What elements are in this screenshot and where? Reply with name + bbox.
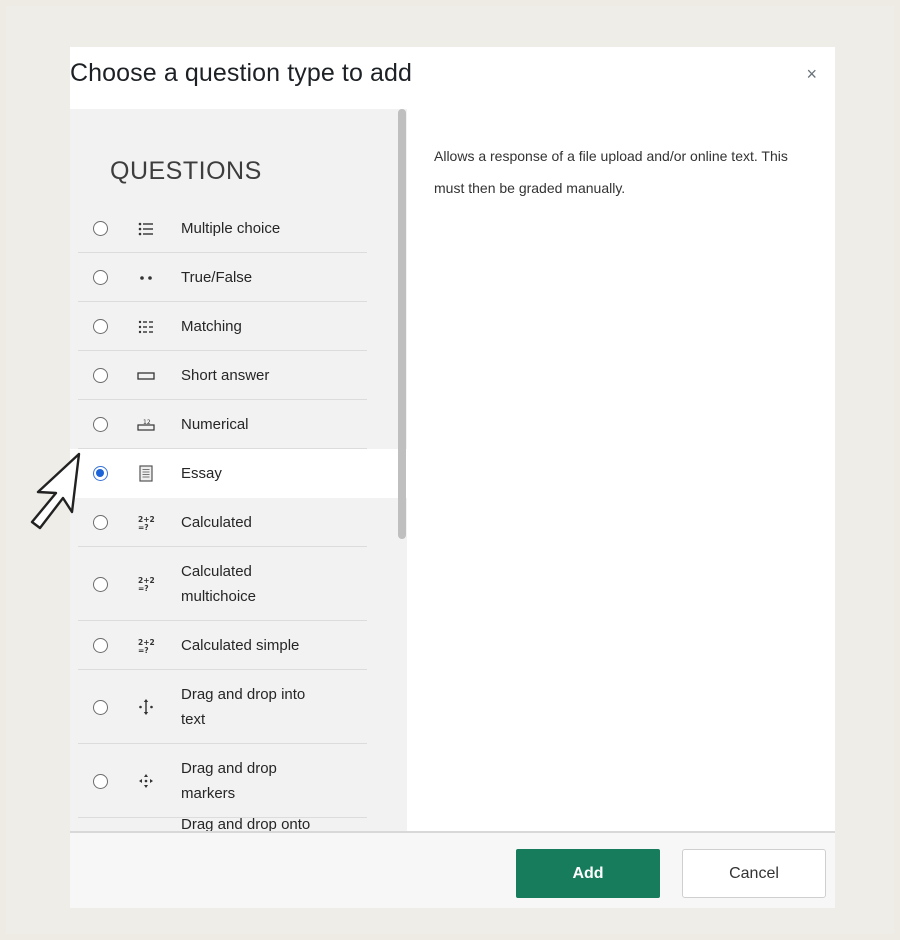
question-type-drag-drop-onto[interactable]: Drag and drop onto — [70, 816, 407, 831]
svg-text:=?: =? — [138, 523, 149, 532]
question-type-short-answer[interactable]: Short answer — [70, 351, 407, 400]
calculated-simple-icon: 2+2 =? — [136, 636, 156, 656]
radio-button[interactable] — [93, 638, 108, 653]
question-type-drag-drop-text[interactable]: Drag and drop into text — [70, 670, 407, 744]
question-type-label: Matching — [181, 318, 242, 335]
question-type-multiple-choice[interactable]: Multiple choice — [70, 204, 407, 253]
question-type-numerical[interactable]: 12 Numerical — [70, 400, 407, 449]
question-type-label: Essay — [181, 465, 222, 482]
question-type-label: Calculated simple — [181, 637, 300, 654]
question-type-label: Drag and drop into text — [181, 686, 306, 728]
radio-button[interactable] — [93, 515, 108, 530]
radio-button[interactable] — [93, 368, 108, 383]
svg-text:=?: =? — [138, 584, 149, 593]
matching-grid-icon — [136, 317, 156, 337]
calculated-multichoice-icon: 2+2 =? — [136, 574, 156, 594]
drag-into-text-icon — [136, 697, 156, 717]
list-scrollbar[interactable] — [398, 109, 406, 539]
question-type-list-pane[interactable]: QUESTIONS Multiple choice True/False Mat… — [70, 109, 407, 831]
list-icon — [136, 219, 156, 239]
question-type-drag-drop-markers[interactable]: Drag and drop markers — [70, 744, 407, 818]
two-dots-icon — [136, 268, 156, 288]
cancel-button[interactable]: Cancel — [682, 849, 826, 898]
hand-pointer-icon — [30, 452, 81, 530]
question-type-calculated-simple[interactable]: 2+2 =? Calculated simple — [70, 621, 407, 670]
radio-button[interactable] — [93, 417, 108, 432]
close-button[interactable]: × — [806, 65, 817, 83]
question-type-label: Numerical — [181, 416, 249, 433]
question-type-matching[interactable]: Matching — [70, 302, 407, 351]
question-type-label: True/False — [181, 269, 253, 286]
radio-button[interactable] — [93, 576, 108, 592]
dialog-title: Choose a question type to add — [70, 59, 413, 87]
numerical-icon: 12 — [136, 415, 156, 435]
question-type-label: Multiple choice — [181, 220, 281, 237]
textbox-icon — [136, 366, 156, 386]
dialog-footer: Add Cancel — [70, 833, 835, 908]
drag-markers-icon — [136, 771, 156, 791]
radio-button[interactable] — [93, 699, 108, 715]
question-type-label: Drag and drop onto — [181, 816, 311, 831]
radio-button[interactable] — [93, 773, 108, 789]
question-type-label: Calculated multichoice — [181, 563, 257, 605]
question-type-description: Allows a response of a file upload and/o… — [434, 148, 788, 196]
radio-button[interactable] — [93, 221, 108, 236]
question-type-calculated[interactable]: 2+2 =? Calculated — [70, 498, 407, 547]
questions-heading: QUESTIONS — [110, 157, 262, 185]
document-icon — [136, 464, 156, 484]
calculated-icon: 2+2 =? — [136, 513, 156, 533]
add-button[interactable]: Add — [516, 849, 660, 898]
question-type-label: Drag and drop markers — [181, 760, 277, 802]
question-type-true-false[interactable]: True/False — [70, 253, 407, 302]
svg-text:=?: =? — [138, 646, 149, 655]
radio-button[interactable] — [93, 270, 108, 285]
question-type-dialog: Choose a question type to add × QUESTION… — [70, 47, 835, 908]
radio-button[interactable] — [93, 319, 108, 334]
question-type-list: Multiple choice True/False Matching Shor… — [70, 204, 407, 831]
radio-button-selected[interactable] — [93, 466, 108, 481]
question-type-essay[interactable]: Essay — [70, 449, 407, 498]
question-type-calculated-multichoice[interactable]: 2+2 =? Calculated multichoice — [70, 547, 407, 621]
question-type-label: Calculated — [181, 514, 252, 531]
question-type-label: Short answer — [181, 367, 270, 384]
